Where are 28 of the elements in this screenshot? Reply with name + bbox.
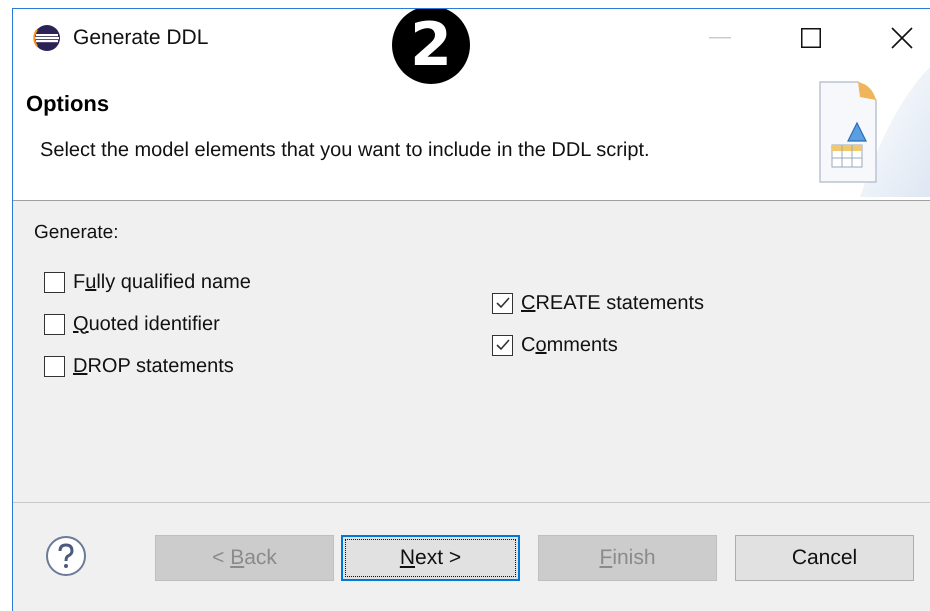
checkbox-square[interactable] (44, 356, 65, 376)
page-description: Select the model elements that you want to include in the DDL script. (40, 139, 650, 162)
checkbox-square[interactable] (44, 272, 65, 292)
help-icon[interactable] (45, 535, 87, 577)
checkbox-label: DROP statements (73, 354, 234, 378)
checkbox-label: CREATE statements (521, 292, 704, 314)
dialog-button[interactable]: Next > (341, 535, 520, 581)
checkbox[interactable]: Fully qualified name (44, 267, 482, 297)
checkbox[interactable]: CREATE statements (492, 288, 930, 318)
checkbox[interactable]: Comments (492, 330, 930, 360)
close-icon[interactable] (891, 27, 913, 49)
app-icon (33, 24, 61, 52)
checkbox[interactable]: Quoted identifier (44, 309, 482, 339)
checkbox-label: Fully qualified name (73, 270, 251, 294)
check-icon (494, 295, 510, 311)
page-title: Options (26, 91, 110, 117)
maximize-icon[interactable] (801, 28, 821, 48)
checkbox-square[interactable] (44, 314, 65, 334)
checkbox-label: Comments (521, 334, 618, 356)
window-title: Generate DDL (73, 26, 208, 50)
checkbox[interactable]: DROP statements (44, 351, 482, 381)
checkbox-label: Quoted identifier (73, 312, 220, 336)
group-label: Generate: (34, 222, 120, 244)
checkbox-square[interactable] (492, 292, 513, 314)
checkbox-square[interactable] (492, 334, 513, 356)
step-badge: 2 (392, 9, 470, 84)
check-icon (494, 337, 510, 353)
dialog-button[interactable]: Cancel (735, 535, 914, 581)
